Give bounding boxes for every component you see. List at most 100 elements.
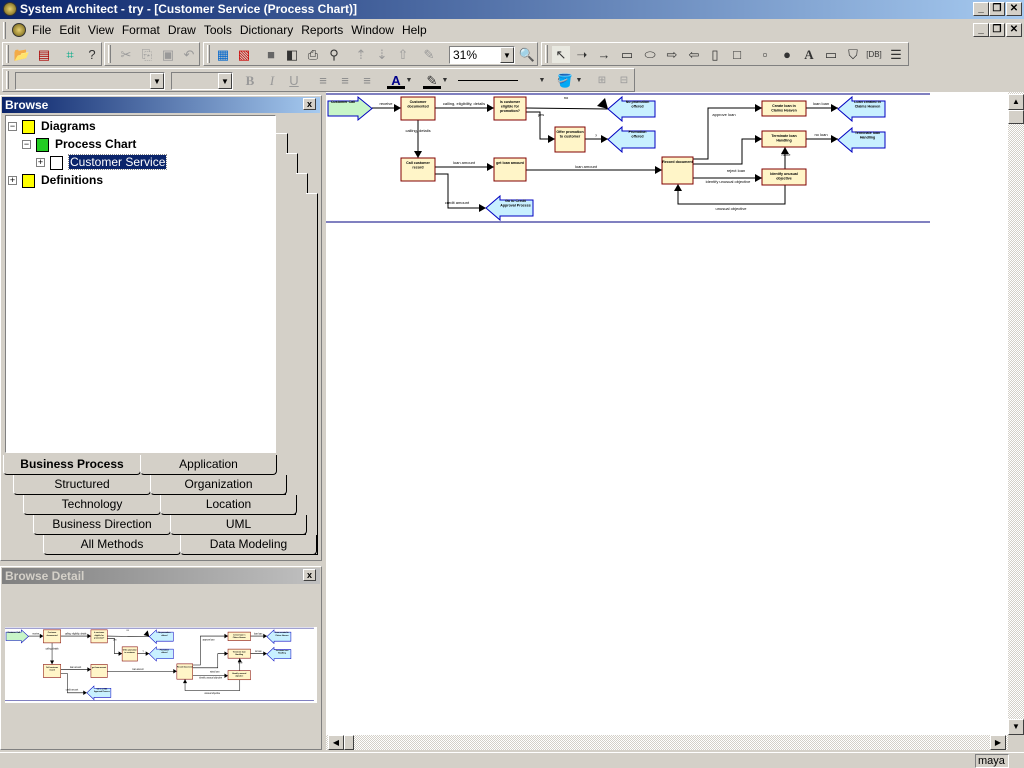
edge-label[interactable]: ?: [143, 651, 145, 653]
tree-item-definitions[interactable]: + Definitions: [8, 172, 103, 188]
dot-icon[interactable]: ●: [778, 46, 796, 63]
arrowhead-icon[interactable]: [755, 135, 762, 143]
edge-label[interactable]: no: [564, 95, 569, 100]
edge-label[interactable]: yes: [538, 112, 544, 117]
edge-label[interactable]: no loan: [814, 132, 827, 137]
menu-file[interactable]: File: [28, 20, 55, 41]
help-icon[interactable]: ?: [83, 46, 101, 63]
database-icon[interactable]: [DB]: [865, 46, 883, 63]
flow-edge[interactable]: [525, 107, 609, 110]
arrowhead-icon[interactable]: [394, 104, 401, 112]
arrowhead-icon[interactable]: [755, 174, 762, 182]
node-label[interactable]: Is customer eligible for promotion?: [94, 631, 105, 639]
bring-front-icon[interactable]: ⊞: [593, 72, 611, 89]
underline-button[interactable]: U: [285, 72, 303, 89]
node-label[interactable]: get loan amount: [496, 161, 525, 165]
arrowhead-icon[interactable]: [414, 151, 422, 158]
arrowhead-icon[interactable]: [263, 633, 267, 639]
node-label[interactable]: Create loan in Claims Heaven: [771, 104, 797, 113]
flow-edge[interactable]: [107, 635, 150, 637]
edge-label[interactable]: no: [127, 630, 130, 632]
promote-icon[interactable]: ⇡: [352, 46, 370, 63]
edge-label[interactable]: calling, details: [405, 128, 430, 133]
edge-label[interactable]: identify unusual objective: [199, 677, 223, 680]
collapse-icon[interactable]: −: [8, 122, 17, 132]
menu-dictionary[interactable]: Dictionary: [236, 20, 297, 41]
close-button[interactable]: ✕: [1006, 2, 1022, 16]
process-icon[interactable]: ▭: [618, 46, 636, 63]
arrowhead-icon[interactable]: [548, 135, 555, 143]
arrowhead-icon[interactable]: [755, 104, 762, 112]
arrowhead-icon[interactable]: [143, 630, 150, 637]
flow-edge[interactable]: [693, 138, 762, 165]
arrowhead-icon[interactable]: [224, 633, 229, 639]
find-icon[interactable]: ⚲: [325, 46, 343, 63]
edge-label[interactable]: credit amount: [66, 688, 79, 691]
horizontal-scroll-thumb[interactable]: [344, 735, 354, 750]
font-select[interactable]: ▼: [15, 72, 165, 90]
edge-label[interactable]: reject loan: [210, 670, 220, 673]
document-icon[interactable]: [12, 23, 26, 37]
save-all-icon[interactable]: ◧: [283, 46, 301, 63]
arrowhead-icon[interactable]: [182, 679, 188, 684]
arrowhead-icon[interactable]: [83, 690, 87, 696]
edge-label[interactable]: loan loan: [813, 101, 829, 106]
line-style-icon[interactable]: [458, 80, 518, 81]
diagram-thumbnail[interactable]: receive calling, eligibility, details call…: [5, 627, 317, 703]
edge-label[interactable]: credit amount: [445, 200, 470, 205]
edge-label[interactable]: approve loan: [712, 112, 735, 117]
arrowhead-icon[interactable]: [224, 651, 229, 656]
edge-label[interactable]: unusual objective: [204, 692, 221, 695]
tab-organization[interactable]: Organization: [150, 475, 287, 495]
line-color-dropdown[interactable]: ▼: [441, 72, 449, 89]
tree-item-process-chart[interactable]: − Process Chart: [22, 136, 136, 152]
doc-close-button[interactable]: ✕: [1006, 23, 1022, 37]
fill-color-icon[interactable]: 🪣: [556, 72, 574, 89]
paste-icon[interactable]: ▣: [159, 46, 177, 63]
arrowhead-icon[interactable]: [237, 658, 242, 663]
send-back-icon[interactable]: ⊟: [615, 72, 633, 89]
node-label[interactable]: Offer promotion to customer: [556, 130, 583, 139]
restore-button[interactable]: ❐: [989, 2, 1005, 16]
open-icon[interactable]: 📂: [13, 46, 31, 63]
arrowhead-icon[interactable]: [39, 633, 44, 639]
edge-label[interactable]: none: [782, 152, 792, 157]
flow-edge[interactable]: [677, 184, 786, 205]
shield-icon[interactable]: ⛉: [844, 46, 862, 63]
fill-color-dropdown[interactable]: ▼: [575, 72, 583, 89]
arrowhead-icon[interactable]: [674, 184, 682, 191]
tab-data-modeling[interactable]: Data Modeling: [180, 535, 317, 555]
format-painter-icon[interactable]: ✎: [420, 46, 438, 63]
arrowhead-icon[interactable]: [655, 166, 662, 174]
parent-icon[interactable]: ⇧: [394, 46, 412, 63]
doc-minimize-button[interactable]: _: [973, 23, 989, 37]
new-diagram-icon[interactable]: ▦: [214, 46, 232, 63]
expand-icon[interactable]: +: [36, 158, 45, 168]
doc-restore-button[interactable]: ❐: [989, 23, 1005, 37]
edge-label[interactable]: unusual objective: [716, 206, 748, 211]
swimlane-icon[interactable]: ☰: [887, 46, 905, 63]
undo-icon[interactable]: ↶: [180, 46, 198, 63]
menu-edit[interactable]: Edit: [55, 20, 84, 41]
tab-uml[interactable]: UML: [170, 515, 307, 535]
node-label[interactable]: Create loan in Claims Heaven: [233, 633, 247, 639]
edge-label[interactable]: approve loan: [203, 639, 216, 642]
align-center-icon[interactable]: ≡: [336, 72, 354, 89]
arrowhead-icon[interactable]: [224, 673, 229, 679]
edge-label[interactable]: receive: [32, 632, 39, 635]
new-definition-icon[interactable]: ▧: [235, 46, 253, 63]
tab-structured[interactable]: Structured: [13, 475, 151, 495]
font-color-dropdown[interactable]: ▼: [405, 72, 413, 89]
align-left-icon[interactable]: ≡: [314, 72, 332, 89]
rectangle-icon[interactable]: ▭: [822, 46, 840, 63]
edge-label[interactable]: loan amount: [132, 668, 144, 671]
edge-label[interactable]: ?: [595, 133, 598, 138]
scroll-left-button[interactable]: ◀: [328, 735, 344, 750]
node-label[interactable]: Customer documented: [407, 100, 428, 109]
node-label[interactable]: Is customer eligible for promotion?: [500, 100, 521, 113]
edge-label[interactable]: yes: [113, 640, 116, 642]
scroll-down-button[interactable]: ▼: [1008, 719, 1024, 735]
browse-detail-close-button[interactable]: x: [303, 569, 316, 581]
arrowhead-icon[interactable]: [263, 651, 267, 656]
menu-reports[interactable]: Reports: [297, 20, 347, 41]
